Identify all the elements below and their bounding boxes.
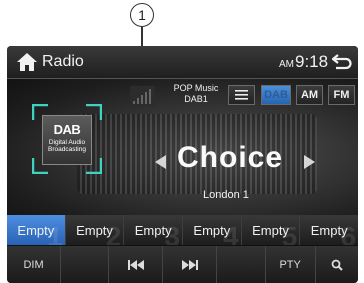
list-button[interactable] [228,85,255,105]
signal-strength-icon [130,86,155,106]
preset-button-6[interactable]: 6 Empty [300,215,358,245]
service-label: DAB1 [184,94,208,104]
skip-forward-icon [181,260,198,270]
preset-button-5[interactable]: 5 Empty [241,215,301,245]
preset-label: Empty [252,222,289,238]
dab-station-logo: DAB Digital Audio Broadcasting [42,115,92,165]
preset-label: Empty [17,222,55,238]
clock-ampm: AM [279,59,294,70]
preset-button-1[interactable]: 1 Empty [7,215,66,245]
clock-time: 9:18 [295,52,329,71]
preset-button-4[interactable]: 4 Empty [183,215,242,245]
preset-label: Empty [76,222,113,238]
dab-logo-subtext: Digital Audio Broadcasting [48,139,86,153]
dab-band-button[interactable]: DAB [261,85,291,105]
previous-station-icon[interactable] [155,155,167,169]
ensemble-name: London 1 [203,189,249,201]
next-station-icon[interactable] [303,155,315,169]
clock: AM9:18 [279,52,328,72]
empty-slot-1 [61,246,110,283]
top-bar: Radio AM9:18 [7,46,358,79]
search-icon [331,259,343,271]
am-band-button[interactable]: AM [296,85,323,105]
home-icon[interactable] [16,51,38,73]
page-title: Radio [42,53,84,70]
callout-number: 1 [138,7,146,23]
empty-slot-2 [217,246,266,283]
back-icon[interactable] [331,52,353,72]
search-button[interactable] [316,246,358,283]
skip-back-icon [127,260,144,270]
station-info: POP Music DAB1 [161,83,231,105]
seek-back-button[interactable] [109,246,164,283]
preset-button-3[interactable]: 3 Empty [124,215,184,245]
preset-label: Empty [310,222,348,238]
radio-screen: Radio AM9:18 POP Music DAB1 DAB AM FM DA… [7,46,358,283]
station-name: Choice [177,141,284,174]
dab-logo-text: DAB [53,122,81,137]
station-display: POP Music DAB1 DAB AM FM DAB Digital Aud… [7,79,358,215]
preset-label: Empty [134,222,172,238]
list-icon [235,90,248,100]
preset-button-2[interactable]: 2 Empty [65,215,125,245]
preset-label: Empty [193,222,231,238]
callout-marker: 1 [130,3,154,27]
preset-bar: 1 Empty 2 Empty 3 Empty 4 Empty 5 Empty 6 Empt… [7,215,358,245]
program-type: POP Music [173,83,219,93]
fm-band-button[interactable]: FM [328,85,355,105]
pty-button[interactable]: PTY [266,246,316,283]
dim-button[interactable]: DIM [7,246,62,283]
seek-forward-button[interactable] [163,246,218,283]
bottom-toolbar: DIM PTY [7,245,358,283]
